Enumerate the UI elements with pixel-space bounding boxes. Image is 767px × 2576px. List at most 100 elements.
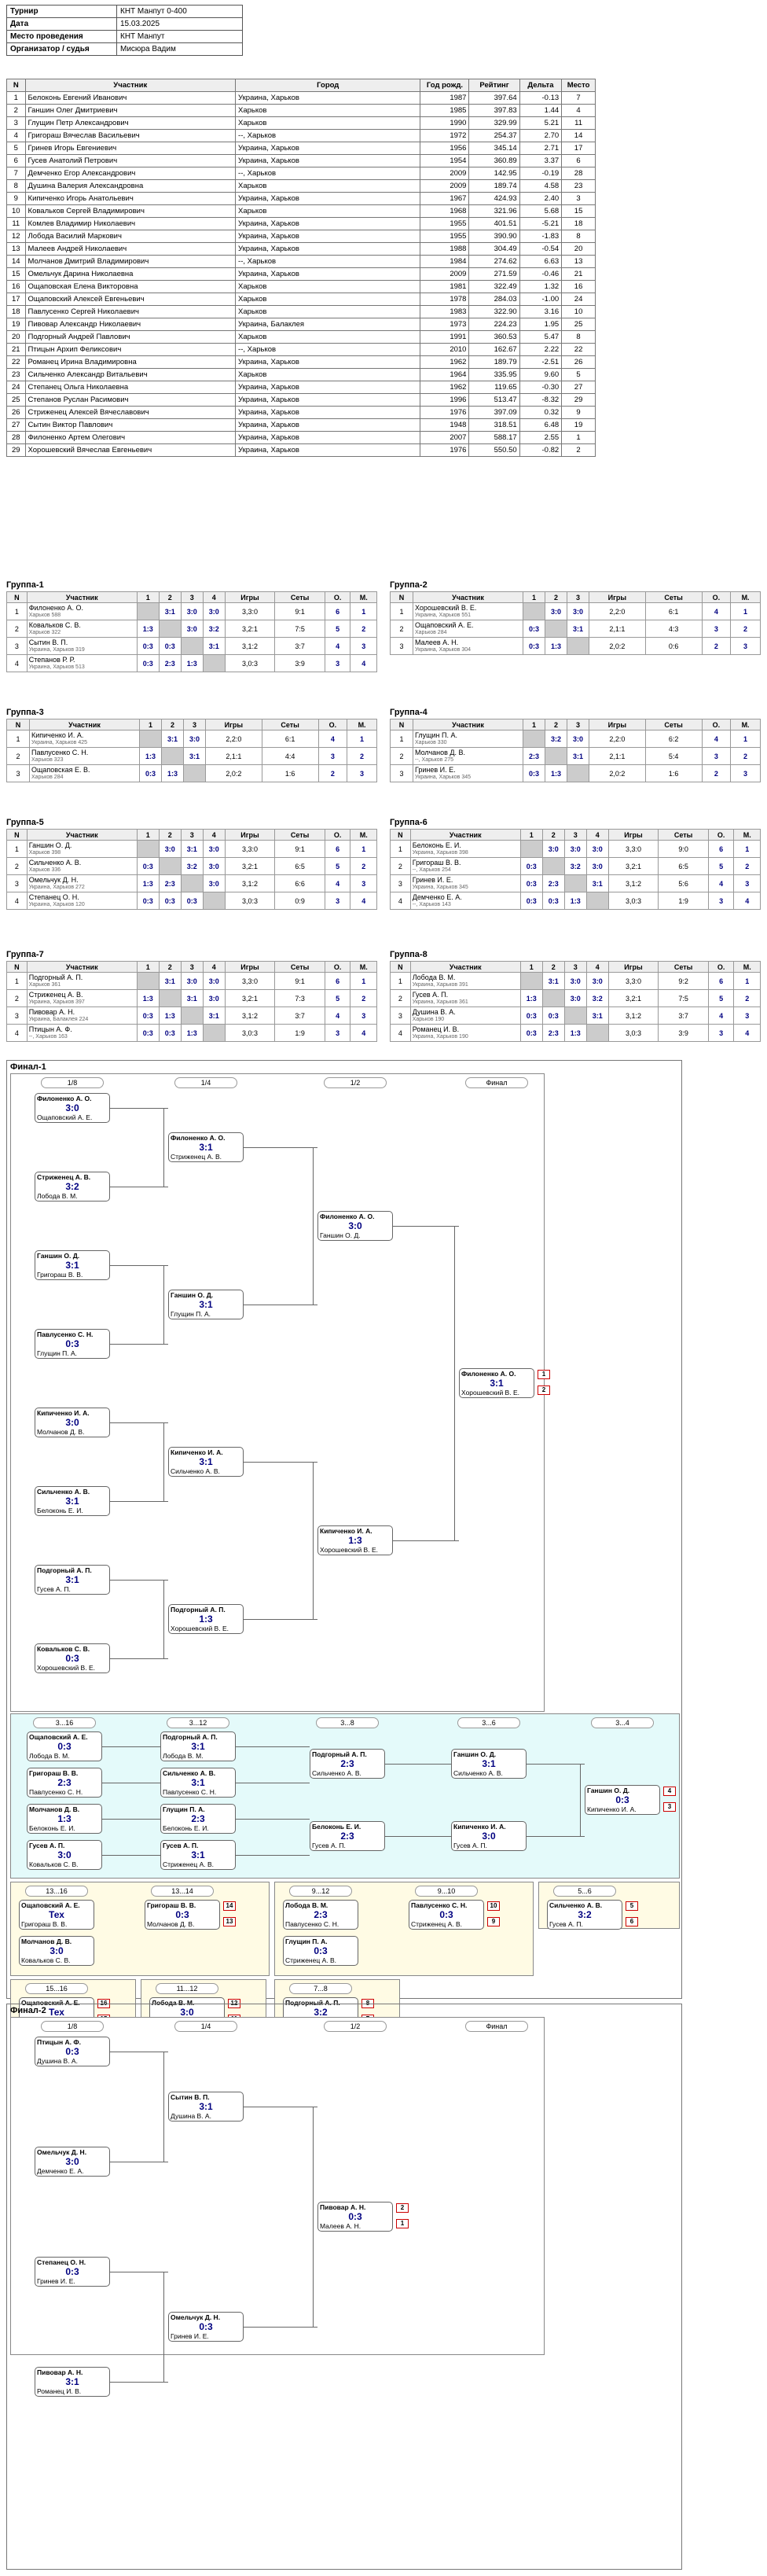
result-place: 3 <box>663 1802 676 1812</box>
player-city: Харьков 336 <box>28 867 61 873</box>
player-cell: 397.09 <box>468 406 520 419</box>
group-games: 3,1:2 <box>607 1006 659 1025</box>
bracket-match: Лобода В. М. 2:3 Павлусенко С. Н. <box>283 1900 358 1930</box>
group-player: Омельчук Д. Н. Украина, Харьков 272 <box>26 874 138 892</box>
group-cell-n: 3 <box>390 874 411 892</box>
player-cell: Птицын Архип Феликсович <box>24 343 237 356</box>
group-score: 3:2 <box>202 620 226 638</box>
player-cell: 2009 <box>420 167 470 180</box>
match-score: 1:3 <box>199 1614 213 1625</box>
player-cell: -0.46 <box>519 267 563 281</box>
bracket-zone: 5...6 Сильченко А. В. 3:2 Гусев А. П. 5 6 <box>538 1882 680 1930</box>
group-player: Гринев И. Е. Украина, Харьков 345 <box>409 874 521 892</box>
player-cell: 7 <box>561 91 596 105</box>
group-place: 1 <box>350 840 377 858</box>
group-score: 3:0 <box>180 602 204 620</box>
group-score: 2:3 <box>158 874 182 892</box>
group-place: 2 <box>730 620 761 638</box>
player-cell: Украина, Харьков <box>235 431 421 444</box>
group-score <box>523 730 545 748</box>
player-cell: 271.59 <box>468 267 520 281</box>
group-header: О. <box>701 591 732 603</box>
round-label: 3...8 <box>316 1717 379 1728</box>
group-points: 3 <box>324 892 351 910</box>
player-cell: 1968 <box>420 204 470 218</box>
group-points: 3 <box>317 747 348 765</box>
result-place: 10 <box>487 1901 500 1911</box>
group-player: Лобода В. М. Украина, Харьков 391 <box>409 972 521 990</box>
match-player-2: Молчанов Д. В. <box>147 1920 195 1928</box>
bracket-match: Григораш В. В. 2:3 Павлусенко С. Н. <box>27 1768 102 1798</box>
round-label: 1/4 <box>174 2021 237 2032</box>
bracket-match: Глущин П. А. 2:3 Белоконь Е. И. <box>160 1804 236 1834</box>
group-row: 1 Глущин П. А. Харьков 330 3:2 3:0 2,2:0 6:2 4 1 <box>390 730 761 748</box>
result-place: 4 <box>663 1787 676 1796</box>
group-header: N <box>6 719 30 730</box>
group-sets: 9:0 <box>658 840 709 858</box>
bracket-line <box>236 1819 310 1820</box>
bracket-line <box>163 1580 164 1658</box>
player-name: Ковальков С. В. <box>28 620 81 629</box>
bracket-line <box>102 1746 160 1747</box>
group-cell-n: 1 <box>390 840 411 858</box>
match-player-2: Глущин П. А. <box>171 1310 211 1318</box>
player-cell: 162.67 <box>468 343 520 356</box>
match-player-2: Гринев И. Е. <box>171 2332 209 2340</box>
player-city: --, Харьков 163 <box>28 1033 68 1040</box>
players-table: N Участник Город Год рожд. Рейтинг Дельта Мест… <box>6 79 596 457</box>
group-sets: 1:9 <box>274 1024 325 1042</box>
group-header: 3 <box>563 961 587 973</box>
player-cell: 1990 <box>420 116 470 130</box>
group-games: 2,2:0 <box>589 730 646 748</box>
player-cell: 588.17 <box>468 431 520 444</box>
final-2-section: 1/8 1/4 1/2 Финал Птицын А. Ф. 0:3 Душина В. А… <box>6 2004 682 2570</box>
match-score: 1:3 <box>348 1535 362 1546</box>
player-city: Украина, Харьков 425 <box>31 739 88 745</box>
group-score: 3:0 <box>563 972 587 990</box>
group-header: 1 <box>136 829 160 841</box>
player-city: Украина, Харьков 361 <box>412 999 468 1005</box>
player-name: Омельчук Д. Н. <box>28 875 79 884</box>
group-sets: 1:6 <box>644 764 703 782</box>
bracket-line <box>110 1501 168 1502</box>
match-score: 0:3 <box>314 1945 328 1956</box>
match-player-2: Павлусенко С. Н. <box>29 1788 83 1796</box>
group-score: 1:3 <box>136 874 160 892</box>
group-sets: 9:1 <box>274 972 325 990</box>
group-table: Группа-7 N Участник 1 2 3 4 Игры Сеты О. М. 1 Подгор… <box>6 950 377 1042</box>
group-points: 4 <box>324 874 351 892</box>
player-cell: Украина, Харьков <box>235 443 421 457</box>
bracket-match: Кипиченко И. А. 1:3 Хорошевский В. Е. <box>317 1525 393 1555</box>
group-player: Глущин П. А. Харьков 330 <box>413 730 523 748</box>
round-label: 9...12 <box>289 1886 352 1897</box>
match-player-2: Стриженец А. В. <box>171 1153 222 1161</box>
group-score: 3:1 <box>158 972 182 990</box>
bracket-match: Белоконь Е. И. 2:3 Гусев А. П. <box>310 1821 385 1851</box>
group-sets: 6:1 <box>261 730 319 748</box>
group-sets: 6:1 <box>644 602 703 620</box>
player-cell: 1996 <box>420 393 470 407</box>
round-label: 13...16 <box>25 1886 88 1897</box>
group-header-row: N Участник 1 2 3 4 Игры Сеты О. М. <box>390 829 761 841</box>
group-score: 2:3 <box>541 874 565 892</box>
group-score <box>161 747 184 765</box>
group-header: Участник <box>413 719 523 730</box>
player-cell: 16 <box>561 280 596 293</box>
bracket-match: Стриженец А. В. 3:2 Лобода В. М. <box>35 1172 110 1202</box>
group-player: Подгорный А. П. Харьков 361 <box>26 972 138 990</box>
group-header: 3 <box>567 719 589 730</box>
group-grid: N Участник 1 2 3 4 Игры Сеты О. М. 1 Белоконь Е. И.… <box>390 829 761 910</box>
info-row: Дата 15.03.2025 <box>6 17 243 31</box>
group-row: 4 Степанец О. Н. Украина, Харьков 120 0:3 0:… <box>6 892 377 910</box>
bracket-line <box>454 1226 455 1540</box>
player-cell: Белоконь Евгений Иванович <box>24 91 237 105</box>
group-score <box>541 989 565 1007</box>
group-row: 2 Сильченко А. В. Харьков 336 0:3 3:2 3:0 3,2:… <box>6 857 377 875</box>
group-player: Степанов Р. Р. Украина, Харьков 513 <box>26 654 138 672</box>
group-score <box>523 602 545 620</box>
group-score <box>136 840 160 858</box>
player-name: Стриженец А. В. <box>28 990 83 999</box>
group-score: 0:3 <box>136 654 160 672</box>
player-cell: 189.74 <box>468 179 520 193</box>
group-score: 2:3 <box>158 654 182 672</box>
